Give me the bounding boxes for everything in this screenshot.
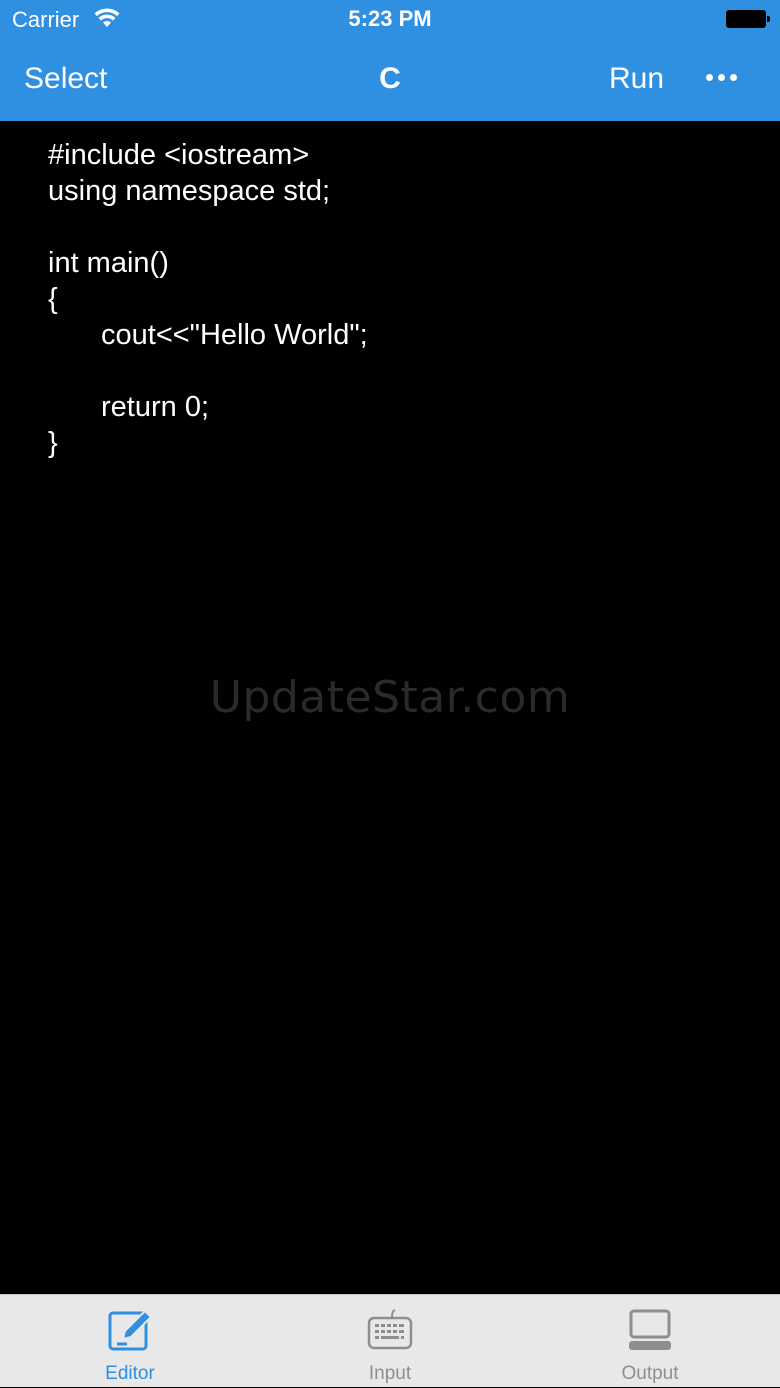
code-line: }: [48, 427, 58, 459]
battery-icon: [726, 10, 770, 28]
code-line: {: [48, 283, 58, 315]
tab-editor[interactable]: Editor: [50, 1295, 210, 1388]
code-editor[interactable]: #include <iostream> using namespace std;…: [0, 121, 780, 1294]
keyboard-icon: [367, 1309, 413, 1350]
computer-icon: [629, 1309, 671, 1350]
ellipsis-icon[interactable]: [703, 68, 739, 86]
tab-output-label: Output: [621, 1363, 679, 1384]
tab-input-label: Input: [368, 1363, 412, 1384]
editor-pencil-icon: [108, 1309, 153, 1351]
code-text[interactable]: #include <iostream> using namespace std;…: [48, 137, 368, 461]
code-line: using namespace std;: [48, 175, 331, 207]
tab-input[interactable]: Input: [310, 1295, 470, 1388]
top-bar: Carrier 5:23 PM Select C Run: [0, 0, 780, 121]
tab-output[interactable]: Output: [570, 1295, 730, 1388]
status-time: 5:23 PM: [348, 6, 432, 31]
code-line: #include <iostream>: [48, 139, 310, 171]
watermark: UpdateStar.com: [209, 672, 571, 723]
navigation-bar: Select C Run: [0, 40, 780, 121]
code-line: int main(): [48, 247, 169, 279]
run-button[interactable]: Run: [609, 62, 664, 96]
code-line: return 0;: [101, 391, 209, 423]
tab-bar: Editor Input Output: [0, 1294, 780, 1387]
tab-editor-label: Editor: [105, 1363, 155, 1384]
status-bar: Carrier 5:23 PM: [0, 0, 780, 40]
code-line: cout<<"Hello World";: [101, 319, 368, 351]
